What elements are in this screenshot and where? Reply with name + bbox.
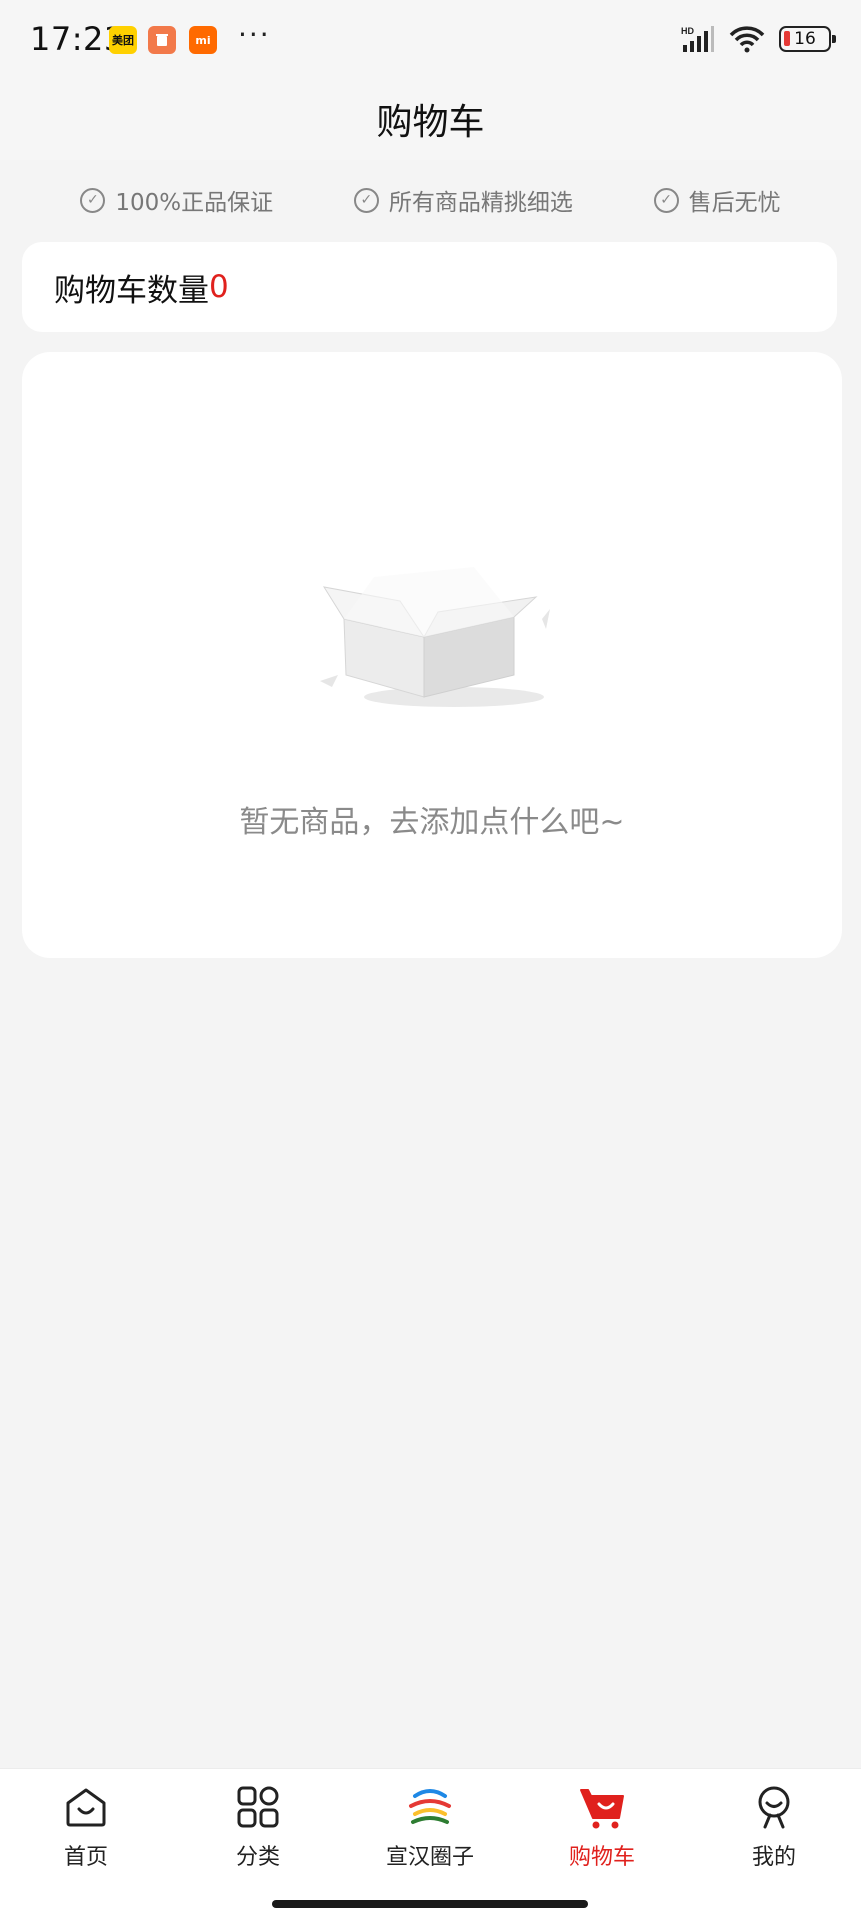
empty-cart-message: 暂无商品，去添加点什么吧~ <box>239 805 625 840</box>
profile-icon <box>750 1783 798 1831</box>
guarantee-label: 所有商品精挑细选 <box>388 190 573 216</box>
status-bar: 17:23 美团 mi ··· HD 16 <box>0 0 861 78</box>
more-notifications-icon: ··· <box>238 18 271 51</box>
tab-label: 首页 <box>63 1845 108 1870</box>
empty-box-illustration <box>320 567 550 707</box>
tab-profile[interactable]: 我的 <box>688 1783 860 1883</box>
circle-logo-icon <box>406 1783 454 1831</box>
guarantee-item-authentic: ✓ 100%正品保证 <box>80 183 273 217</box>
check-circle-icon: ✓ <box>653 187 679 213</box>
home-indicator[interactable] <box>272 1900 588 1908</box>
page-title: 购物车 <box>376 102 485 143</box>
category-icon <box>234 1783 282 1831</box>
trash-app-icon <box>148 26 176 54</box>
check-circle-icon: ✓ <box>353 187 379 213</box>
tab-label: 购物车 <box>568 1845 635 1870</box>
tab-category[interactable]: 分类 <box>172 1783 344 1883</box>
page-header: 购物车 <box>0 78 861 160</box>
wifi-icon <box>729 26 765 53</box>
hd-label: HD <box>681 26 694 36</box>
check-circle-icon: ✓ <box>80 187 106 213</box>
cart-count-label: 购物车数量 <box>54 272 209 309</box>
tab-label: 分类 <box>235 1845 280 1870</box>
cart-icon <box>578 1783 626 1831</box>
tab-xuanhan-circle[interactable]: 宣汉圈子 <box>344 1783 516 1883</box>
cart-count-value: 0 <box>209 269 229 305</box>
battery-icon: 16 <box>779 26 836 52</box>
tab-home[interactable]: 首页 <box>0 1783 172 1883</box>
cellular-signal-icon: HD <box>681 26 714 52</box>
empty-cart-card: 暂无商品，去添加点什么吧~ <box>22 352 842 958</box>
guarantee-strip: ✓ 100%正品保证 ✓ 所有商品精挑细选 ✓ 售后无忧 <box>0 170 861 230</box>
tab-label: 我的 <box>751 1845 796 1870</box>
cart-page: 17:23 美团 mi ··· HD 16 购物车 ✓ 100%正品保证 ✓ 所… <box>0 0 861 1920</box>
guarantee-label: 100%正品保证 <box>115 190 274 216</box>
guarantee-item-aftersales: ✓ 售后无忧 <box>653 183 781 217</box>
guarantee-label: 售后无忧 <box>688 190 781 216</box>
meituan-app-icon: 美团 <box>109 26 137 54</box>
mi-app-icon: mi <box>189 26 217 54</box>
cart-count-card: 购物车数量 0 <box>22 242 837 332</box>
system-icons: HD 16 <box>681 24 836 54</box>
guarantee-item-selected: ✓ 所有商品精挑细选 <box>353 183 573 217</box>
tab-cart[interactable]: 购物车 <box>516 1783 688 1883</box>
bottom-tab-bar: 首页 分类 宣汉圈子 购物车 我的 <box>0 1768 861 1920</box>
tab-label: 宣汉圈子 <box>385 1845 474 1870</box>
home-icon <box>62 1783 110 1831</box>
